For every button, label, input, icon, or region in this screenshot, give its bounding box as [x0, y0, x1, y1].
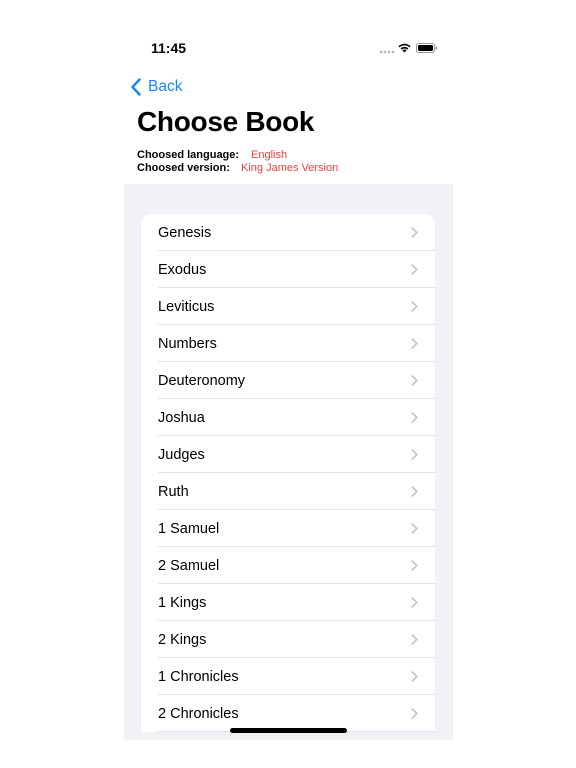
- cellular-signal-icon: [379, 50, 395, 54]
- book-row-label: Joshua: [158, 409, 205, 426]
- book-row-label: Ruth: [158, 483, 189, 500]
- book-row[interactable]: 1 Kings: [141, 584, 435, 621]
- book-row-label: 2 Samuel: [158, 557, 220, 574]
- chevron-right-icon: [411, 671, 418, 682]
- chevron-right-icon: [411, 301, 418, 312]
- chosen-language-row: Choosed language: English: [137, 149, 287, 162]
- back-label: Back: [148, 78, 183, 95]
- status-bar: 11:45: [124, 0, 453, 80]
- book-row-label: Judges: [158, 446, 205, 463]
- chevron-right-icon: [411, 412, 418, 423]
- book-row-label: 2 Kings: [158, 631, 207, 648]
- chosen-version-row: Choosed version: King James Version: [137, 162, 338, 175]
- book-row-label: 2 Chronicles: [158, 705, 239, 722]
- chevron-right-icon: [411, 486, 418, 497]
- book-row[interactable]: 1 Samuel: [141, 510, 435, 547]
- back-button[interactable]: Back: [130, 76, 182, 98]
- book-row[interactable]: Genesis: [141, 214, 435, 251]
- chevron-right-icon: [411, 560, 418, 571]
- chevron-right-icon: [411, 523, 418, 534]
- book-row[interactable]: 2 Samuel: [141, 547, 435, 584]
- book-row-label: Genesis: [158, 224, 212, 241]
- book-row-label: 1 Kings: [158, 594, 207, 611]
- page-title: Choose Book: [137, 106, 315, 137]
- chevron-right-icon: [411, 338, 418, 349]
- chosen-language-value: English: [251, 149, 288, 161]
- chevron-left-icon: [131, 78, 141, 96]
- book-row[interactable]: Deuteronomy: [141, 362, 435, 399]
- chevron-right-icon: [411, 264, 418, 275]
- book-row[interactable]: Numbers: [141, 325, 435, 362]
- book-row-label: Deuteronomy: [158, 372, 246, 389]
- app-screen: 11:45 Back Choose Book Choosed language:…: [124, 0, 453, 740]
- chevron-right-icon: [411, 227, 418, 238]
- chevron-right-icon: [411, 708, 418, 719]
- book-row-label: Leviticus: [158, 298, 215, 315]
- chosen-version-label: Choosed version:: [137, 162, 230, 174]
- book-row-label: 1 Samuel: [158, 520, 220, 537]
- chevron-right-icon: [411, 449, 418, 460]
- book-row[interactable]: Leviticus: [141, 288, 435, 325]
- book-row[interactable]: Joshua: [141, 399, 435, 436]
- status-time: 11:45: [151, 40, 187, 56]
- book-row[interactable]: Exodus: [141, 251, 435, 288]
- book-row[interactable]: 2 Kings: [141, 621, 435, 658]
- chevron-right-icon: [411, 375, 418, 386]
- chosen-language-label: Choosed language:: [137, 149, 240, 161]
- wifi-icon: [398, 43, 411, 53]
- book-row[interactable]: Judges: [141, 436, 435, 473]
- book-row-label: Exodus: [158, 261, 207, 278]
- book-row[interactable]: Ruth: [141, 473, 435, 510]
- home-indicator[interactable]: [230, 728, 347, 733]
- book-row[interactable]: 2 Chronicles: [141, 695, 435, 732]
- book-row-label: Numbers: [158, 335, 217, 352]
- battery-icon: [416, 43, 438, 53]
- chevron-right-icon: [411, 597, 418, 608]
- book-list-area[interactable]: Genesis Exodus Leviticus Numbers Deuteronomy…: [124, 184, 453, 740]
- book-row[interactable]: 1 Chronicles: [141, 658, 435, 695]
- book-list: Genesis Exodus Leviticus Numbers Deuteronomy…: [141, 214, 435, 732]
- book-row-label: 1 Chronicles: [158, 668, 239, 685]
- chosen-version-value: King James Version: [241, 162, 339, 174]
- chevron-right-icon: [411, 634, 418, 645]
